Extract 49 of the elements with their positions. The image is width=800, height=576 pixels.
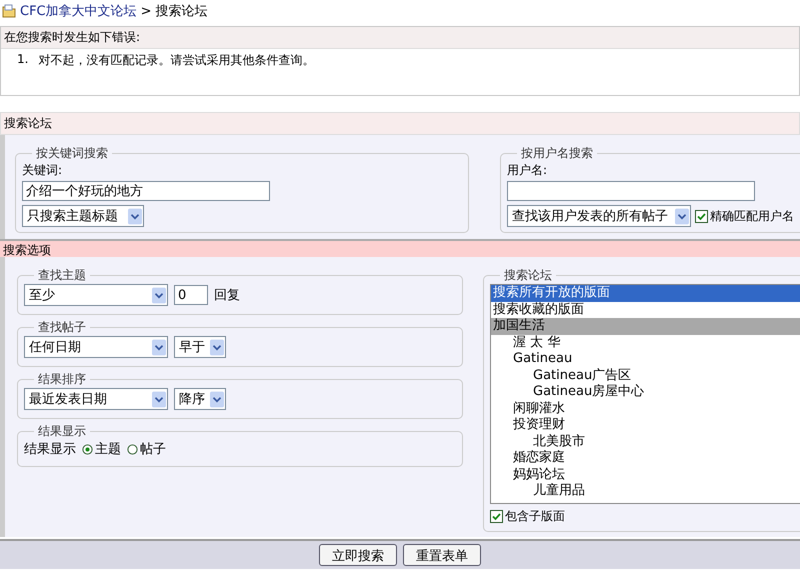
dropdown[interactable]: 降序 (174, 388, 226, 410)
dropdown[interactable]: 至少 (24, 284, 168, 306)
forum-option[interactable]: 搜索收藏的版面 (491, 302, 800, 318)
checkbox[interactable]: 包含子版面 (490, 508, 565, 525)
group-legend: 搜索论坛 (500, 267, 556, 284)
breadcrumb-separator: > (140, 4, 152, 18)
forum-option[interactable]: 加国生活 (491, 318, 800, 334)
forum-option[interactable]: Gatineau房屋中心 (491, 384, 800, 400)
radio-button[interactable]: 帖子 (127, 440, 166, 458)
forum-option[interactable]: 搜索所有开放的版面 (491, 285, 800, 302)
forum-option[interactable]: 渥 太 华 (491, 334, 800, 351)
unit-label: 回复 (214, 287, 240, 304)
group-legend: 结果显示 (34, 423, 90, 440)
field-label: 用户名: (507, 162, 548, 179)
breadcrumb-current: 搜索论坛 (156, 3, 208, 20)
field-label: 关键词: (22, 162, 64, 179)
forum-option[interactable]: 婚恋家庭 (491, 450, 800, 466)
error-message: 对不起，没有匹配记录。请尝试采用其他条件查询。 (38, 52, 314, 69)
form-button[interactable]: 重置表单 (403, 544, 481, 566)
dropdown[interactable]: 早于 (174, 336, 226, 358)
dropdown[interactable]: 查找该用户发表的所有帖子 (507, 205, 691, 227)
forum-option[interactable]: 妈妈论坛 (491, 466, 800, 483)
group-legend: 查找主题 (34, 267, 90, 284)
forum-list[interactable]: 搜索所有开放的版面 搜索收藏的版面 加国生活 渥 太 华 Gatineau Gatineau广告区 Gatineau房屋中心 闲聊灌水 投资理财 北美股市 婚恋家庭 妈妈论坛 儿童用品 (490, 284, 800, 504)
radio-button[interactable]: 主题 (82, 440, 121, 458)
forum-option[interactable]: Gatineau (491, 351, 800, 368)
group-legend: 查找帖子 (34, 319, 90, 336)
group-legend: 按用户名搜索 (517, 145, 597, 162)
forum-option[interactable]: 儿童用品 (491, 483, 800, 500)
forum-option[interactable]: Gatineau广告区 (491, 368, 800, 384)
group-legend: 按关键词搜索 (32, 145, 112, 162)
error-number: 1. (17, 52, 28, 68)
dropdown[interactable]: 只搜索主题标题 (22, 205, 144, 227)
forum-option[interactable]: 闲聊灌水 (491, 400, 800, 417)
breadcrumb-link[interactable]: CFC加拿大中文论坛 (20, 2, 137, 20)
form-button[interactable]: 立即搜索 (319, 544, 397, 566)
forum-option[interactable]: 投资理财 (491, 417, 800, 434)
forum-option[interactable]: 北美股市 (491, 434, 800, 450)
error-title: 在您搜索时发生如下错误: (1, 27, 799, 49)
dropdown[interactable]: 任何日期 (24, 336, 168, 358)
dropdown[interactable]: 最近发表日期 (24, 388, 168, 410)
keyword-field[interactable]: 介绍一个好玩的地方 (22, 181, 270, 201)
section-header: 搜索选项 (0, 239, 800, 257)
reply-count-field[interactable]: 0 (174, 285, 208, 305)
section-header: 搜索论坛 (0, 112, 800, 135)
username-field[interactable] (507, 181, 755, 201)
checkbox[interactable]: 精确匹配用户名 (695, 208, 794, 224)
field-label: 结果显示 (24, 441, 76, 458)
group-legend: 结果排序 (34, 371, 90, 388)
